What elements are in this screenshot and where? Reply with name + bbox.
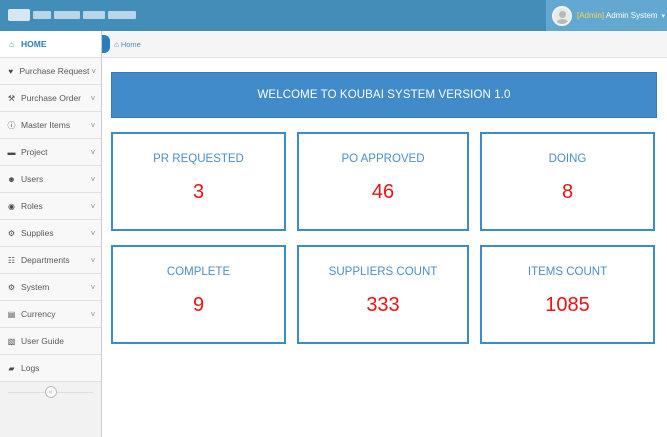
sidebar-item-departments[interactable]: ☷ Departments ˅ xyxy=(0,247,101,274)
breadcrumb-home[interactable]: Home xyxy=(121,40,141,49)
stat-card-complete[interactable]: COMPLETE 9 xyxy=(111,245,286,344)
info-icon: ⓘ xyxy=(7,120,16,130)
chevron-down-icon: ˅ xyxy=(90,147,96,157)
logo-mark-icon xyxy=(8,9,30,21)
brand-text-blurred xyxy=(54,11,80,19)
sidebar-item-supplies[interactable]: ⚙ Supplies ˅ xyxy=(0,220,101,247)
sidebar-item-purchase-request[interactable]: ♥ Purchase Request ˅ xyxy=(0,58,101,85)
sidebar-item-master-items[interactable]: ⓘ Master Items ˅ xyxy=(0,112,101,139)
sidebar-item-system[interactable]: ⚙ System ˅ xyxy=(0,274,101,301)
gear-icon: ⚙ xyxy=(7,282,16,292)
currency-icon: ▤ xyxy=(7,309,16,319)
stat-card-title: DOING xyxy=(548,153,587,165)
stat-card-title: PO APPROVED xyxy=(341,153,425,165)
stat-card-items-count[interactable]: ITEMS COUNT 1085 xyxy=(480,245,655,344)
sidebar-item-purchase-order[interactable]: ⚒ Purchase Order ˅ xyxy=(0,85,101,112)
chevron-down-icon: ˅ xyxy=(90,93,96,103)
brand-text-blurred xyxy=(33,11,51,19)
sidebar-item-label: Currency xyxy=(21,309,56,319)
stat-card-title: COMPLETE xyxy=(166,266,231,278)
sidebar-item-currency[interactable]: ▤ Currency ˅ xyxy=(0,301,101,328)
chevron-down-icon: ˅ xyxy=(91,66,97,76)
heart-icon: ♥ xyxy=(8,66,14,76)
supplies-icon: ⚙ xyxy=(7,228,16,238)
sidebar-item-label: Departments xyxy=(21,255,70,265)
chevron-down-icon: ˅ xyxy=(90,255,96,265)
sidebar-item-label: Purchase Request xyxy=(19,66,90,76)
brand-text-blurred xyxy=(108,11,136,19)
sidebar-item-label: System xyxy=(21,282,50,292)
sidebar-item-label: Users xyxy=(21,174,44,184)
stat-card-value: 8 xyxy=(561,181,574,203)
sidebar-item-label: User Guide xyxy=(21,336,64,346)
stat-card-value: 9 xyxy=(192,294,205,316)
sidebar: ⌂ HOME ♥ Purchase Request ˅ ⚒ Purchase Order ˅ ⓘ… xyxy=(0,31,108,437)
stat-card-suppliers-count[interactable]: SUPPLIERS COUNT 333 xyxy=(297,245,469,344)
chevron-down-icon: ˅ xyxy=(90,174,96,184)
sidebar-toggle-tab[interactable] xyxy=(102,35,110,53)
stat-card-value: 46 xyxy=(371,181,395,203)
collapse-sidebar-icon[interactable]: « xyxy=(44,386,57,398)
chevron-down-icon: ˅ xyxy=(90,201,96,211)
gavel-icon: ⚒ xyxy=(7,93,16,103)
stat-card-value: 3 xyxy=(192,181,205,203)
stat-card-po-approved[interactable]: PO APPROVED 46 xyxy=(297,132,469,231)
sidebar-item-label: Purchase Order xyxy=(21,93,81,103)
sidebar-item-label: Logs xyxy=(21,363,40,373)
welcome-banner: WELCOME TO KOUBAI SYSTEM VERSION 1.0 xyxy=(111,72,657,118)
chevron-down-icon: ˅ xyxy=(90,120,96,130)
stat-card-pr-requested[interactable]: PR REQUESTED 3 xyxy=(111,132,286,231)
sidebar-item-label: Master Items xyxy=(21,120,71,130)
chevron-down-icon: ˅ xyxy=(90,228,96,238)
roles-icon: ◉ xyxy=(8,201,15,211)
sidebar-item-label: HOME xyxy=(21,39,47,49)
sidebar-item-label: Supplies xyxy=(21,228,54,238)
breadcrumb: ⌂ Home xyxy=(102,31,667,58)
stat-card-title: SUPPLIERS COUNT xyxy=(328,266,438,278)
stat-card-value: 333 xyxy=(366,294,400,316)
chevron-down-icon: ˅ xyxy=(90,282,96,292)
sidebar-item-home[interactable]: ⌂ HOME xyxy=(0,31,108,58)
grid-icon: ☷ xyxy=(7,255,16,265)
stat-card-title: PR REQUESTED xyxy=(153,153,244,165)
stat-card-doing[interactable]: DOING 8 xyxy=(480,132,655,231)
sidebar-collapse-bar: « xyxy=(0,382,101,402)
home-icon: ⌂ xyxy=(114,39,119,49)
chevron-down-icon: ˅ xyxy=(90,309,96,319)
stat-card-value: 1085 xyxy=(545,294,590,316)
brand-logo[interactable] xyxy=(8,7,136,23)
home-icon: ⌂ xyxy=(9,39,14,49)
sidebar-item-logs[interactable]: ▰ Logs xyxy=(0,355,101,382)
avatar xyxy=(552,5,572,26)
sidebar-item-project[interactable]: ▬ Project ˅ xyxy=(0,139,101,166)
user-name: Admin System xyxy=(605,11,658,20)
stat-card-title: ITEMS COUNT xyxy=(527,266,608,278)
logs-icon: ▰ xyxy=(8,363,15,373)
folder-icon: ▬ xyxy=(7,147,16,157)
users-icon: ☻ xyxy=(7,174,16,184)
sidebar-item-label: Roles xyxy=(21,201,43,211)
sidebar-item-roles[interactable]: ◉ Roles ˅ xyxy=(0,193,101,220)
top-navbar: [Admin] Admin System ▾ xyxy=(0,0,667,31)
caret-down-icon: ▾ xyxy=(661,12,665,20)
book-icon: ▧ xyxy=(7,336,16,346)
sidebar-menu: ⌂ HOME ♥ Purchase Request ˅ ⚒ Purchase Order ˅ ⓘ… xyxy=(0,31,108,382)
sidebar-item-user-guide[interactable]: ▧ User Guide xyxy=(0,328,101,355)
sidebar-item-users[interactable]: ☻ Users ˅ xyxy=(0,166,101,193)
user-menu[interactable]: [Admin] Admin System ▾ xyxy=(546,0,667,31)
brand-text-blurred xyxy=(83,11,105,19)
user-role: [Admin] xyxy=(577,11,605,20)
sidebar-item-label: Project xyxy=(21,147,48,157)
user-info: [Admin] Admin System xyxy=(577,11,657,20)
